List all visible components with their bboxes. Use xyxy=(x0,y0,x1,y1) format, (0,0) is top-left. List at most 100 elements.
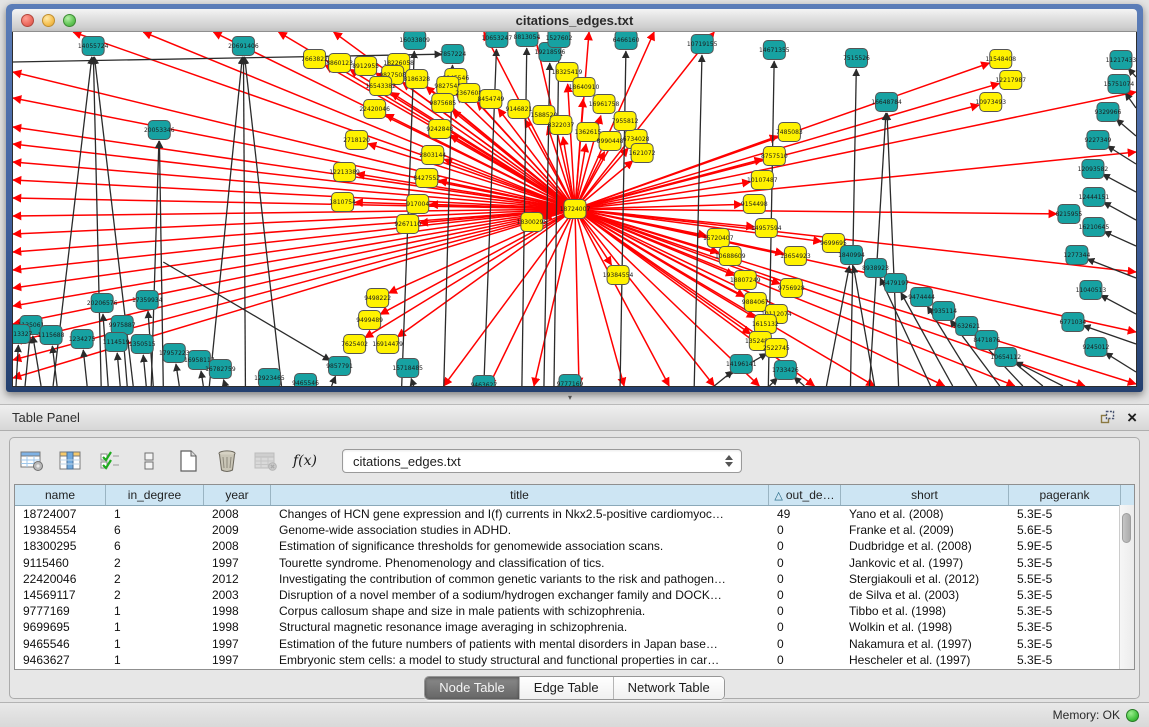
table-cell[interactable]: de Silva et al. (2003) xyxy=(841,588,1009,602)
graph-node[interactable]: 1621072 xyxy=(629,144,656,163)
graph-node[interactable]: 2935114 xyxy=(930,302,957,321)
table-cell[interactable]: 9699695 xyxy=(15,620,106,634)
graph-node[interactable]: 1115688 xyxy=(38,326,65,345)
graph-node[interactable]: 2718120 xyxy=(343,131,370,150)
table-cell[interactable]: 2 xyxy=(106,572,204,586)
graph-node[interactable]: 16961758 xyxy=(589,95,620,114)
table-cell[interactable]: Tourette syndrome. Phenomenology and cla… xyxy=(271,556,769,570)
table-cell[interactable]: 0 xyxy=(769,539,841,553)
table-cell[interactable]: 5.3E-5 xyxy=(1009,556,1121,570)
graph-node[interactable]: 3913327 xyxy=(13,325,33,344)
graph-node[interactable]: 18724007 xyxy=(560,200,591,219)
graph-node[interactable]: 12444151 xyxy=(1079,188,1110,207)
graph-node[interactable]: 9146821 xyxy=(506,100,533,119)
graph-node[interactable]: 13654923 xyxy=(780,247,811,266)
table-row[interactable]: 1830029562008Estimation of significance … xyxy=(15,538,1134,554)
table-row[interactable]: 1938455462009Genome-wide association stu… xyxy=(15,522,1134,538)
table-cell[interactable]: 2008 xyxy=(204,539,271,553)
graph-node[interactable]: 9777169 xyxy=(557,375,584,387)
table-cell[interactable]: 1998 xyxy=(204,604,271,618)
graph-node[interactable]: 9975887 xyxy=(109,316,136,335)
table-cell[interactable]: 2009 xyxy=(204,523,271,537)
table-row[interactable]: 1456911722003Disruption of a novel membe… xyxy=(15,587,1134,603)
table-cell[interactable]: Structural magnetic resonance image aver… xyxy=(271,620,769,634)
graph-node[interactable]: 11040513 xyxy=(1076,281,1107,300)
row-options-button[interactable] xyxy=(135,448,163,474)
show-column-button[interactable] xyxy=(57,448,85,474)
table-cell[interactable]: 5.3E-5 xyxy=(1009,604,1121,618)
table-cell[interactable]: 9463627 xyxy=(15,653,106,667)
graph-node[interactable]: 1234275 xyxy=(69,330,96,349)
table-cell[interactable]: 2008 xyxy=(204,507,271,521)
graph-node[interactable]: 8186328 xyxy=(403,70,430,89)
graph-node[interactable]: 22420046 xyxy=(359,100,390,119)
table-cell[interactable]: 5.3E-5 xyxy=(1009,588,1121,602)
graph-node[interactable]: 15751074 xyxy=(1104,75,1135,94)
graph-node[interactable]: 9242848 xyxy=(426,120,453,139)
table-cell[interactable]: Corpus callosum shape and size in male p… xyxy=(271,604,769,618)
table-cell[interactable]: Investigating the contribution of common… xyxy=(271,572,769,586)
delete-table-button-disabled[interactable] xyxy=(252,448,280,474)
graph-node[interactable]: 9227349 xyxy=(1085,131,1112,150)
table-cell[interactable]: Embryonic stem cells: a model to study s… xyxy=(271,653,769,667)
graph-node[interactable]: 20053346 xyxy=(144,121,175,140)
graph-node[interactable]: 8860123 xyxy=(326,54,353,73)
graph-node[interactable]: 16914479 xyxy=(372,335,403,354)
graph-node[interactable]: 8454749 xyxy=(477,90,504,109)
graph-node[interactable]: 9875685 xyxy=(429,94,456,113)
graph-node[interactable]: 16782759 xyxy=(205,360,236,379)
graph-node[interactable]: 7625402 xyxy=(341,335,368,354)
graph-node[interactable]: 7857224 xyxy=(439,45,466,64)
table-cell[interactable]: 0 xyxy=(769,588,841,602)
graph-node[interactable]: 1350515 xyxy=(129,335,156,354)
close-window-button[interactable] xyxy=(21,14,34,27)
graph-node[interactable]: 1615132 xyxy=(752,315,779,334)
column-header-year[interactable]: year xyxy=(204,485,271,505)
float-panel-icon[interactable] xyxy=(1100,410,1115,425)
table-settings-button[interactable] xyxy=(18,448,46,474)
graph-node[interactable]: 8912955 xyxy=(352,57,379,76)
graph-node[interactable]: 8471876 xyxy=(973,331,1000,350)
table-cell[interactable]: Yano et al. (2008) xyxy=(841,507,1009,521)
graph-node[interactable]: 8757510 xyxy=(761,147,788,166)
graph-node[interactable]: 9857791 xyxy=(326,357,353,376)
table-cell[interactable]: 5.3E-5 xyxy=(1009,620,1121,634)
network-canvas[interactable]: 7663822886012389129551822605898275088186… xyxy=(12,32,1137,387)
graph-node[interactable]: 10973493 xyxy=(975,93,1006,112)
graph-node[interactable]: 1810754 xyxy=(329,193,356,212)
table-cell[interactable]: Franke et al. (2009) xyxy=(841,523,1009,537)
graph-node[interactable]: 9884067 xyxy=(742,293,769,312)
graph-node[interactable]: 6466160 xyxy=(613,32,640,50)
table-cell[interactable]: 5.9E-5 xyxy=(1009,539,1121,553)
table-cell[interactable]: 18300295 xyxy=(15,539,106,553)
graph-node[interactable]: 7515526 xyxy=(843,49,870,68)
table-cell[interactable]: 1997 xyxy=(204,653,271,667)
table-row[interactable]: 1872400712008Changes of HCN gene express… xyxy=(15,506,1134,522)
network-window-titlebar[interactable]: citations_edges.txt xyxy=(12,9,1137,32)
graph-node[interactable]: 2803144 xyxy=(419,146,446,165)
graph-node[interactable]: 12923465 xyxy=(254,369,285,387)
table-cell[interactable]: 9115460 xyxy=(15,556,106,570)
table-row[interactable]: 969969511998Structural magnetic resonanc… xyxy=(15,619,1134,635)
graph-node[interactable]: 16543382 xyxy=(365,77,396,96)
table-cell[interactable]: 6 xyxy=(106,523,204,537)
table-row[interactable]: 946554611997Estimation of the future num… xyxy=(15,636,1134,652)
table-row[interactable]: 977716911998Corpus callosum shape and si… xyxy=(15,603,1134,619)
horizontal-splitter[interactable]: ▾ xyxy=(0,392,1149,404)
column-header-pagerank[interactable]: pagerank xyxy=(1009,485,1121,505)
graph-node[interactable]: 16648784 xyxy=(871,93,902,112)
graph-node[interactable]: 7955812 xyxy=(612,112,639,131)
graph-node[interactable]: 16210645 xyxy=(1079,218,1110,237)
graph-node[interactable]: 8215955 xyxy=(1056,205,1083,224)
graph-node[interactable]: 19384554 xyxy=(603,266,634,285)
table-cell[interactable]: 0 xyxy=(769,556,841,570)
column-header-short[interactable]: short xyxy=(841,485,1009,505)
table-cell[interactable]: 0 xyxy=(769,572,841,586)
close-panel-icon[interactable]: × xyxy=(1127,411,1137,425)
table-cell[interactable]: Changes of HCN gene expression and I(f) … xyxy=(271,507,769,521)
tab-network-table[interactable]: Network Table xyxy=(614,677,724,699)
graph-node[interactable]: 20206576 xyxy=(87,294,118,313)
graph-node[interactable]: 1527602 xyxy=(546,32,573,48)
table-cell[interactable]: Nakamura et al. (1997) xyxy=(841,637,1009,651)
graph-node[interactable]: 1733426 xyxy=(772,361,799,380)
